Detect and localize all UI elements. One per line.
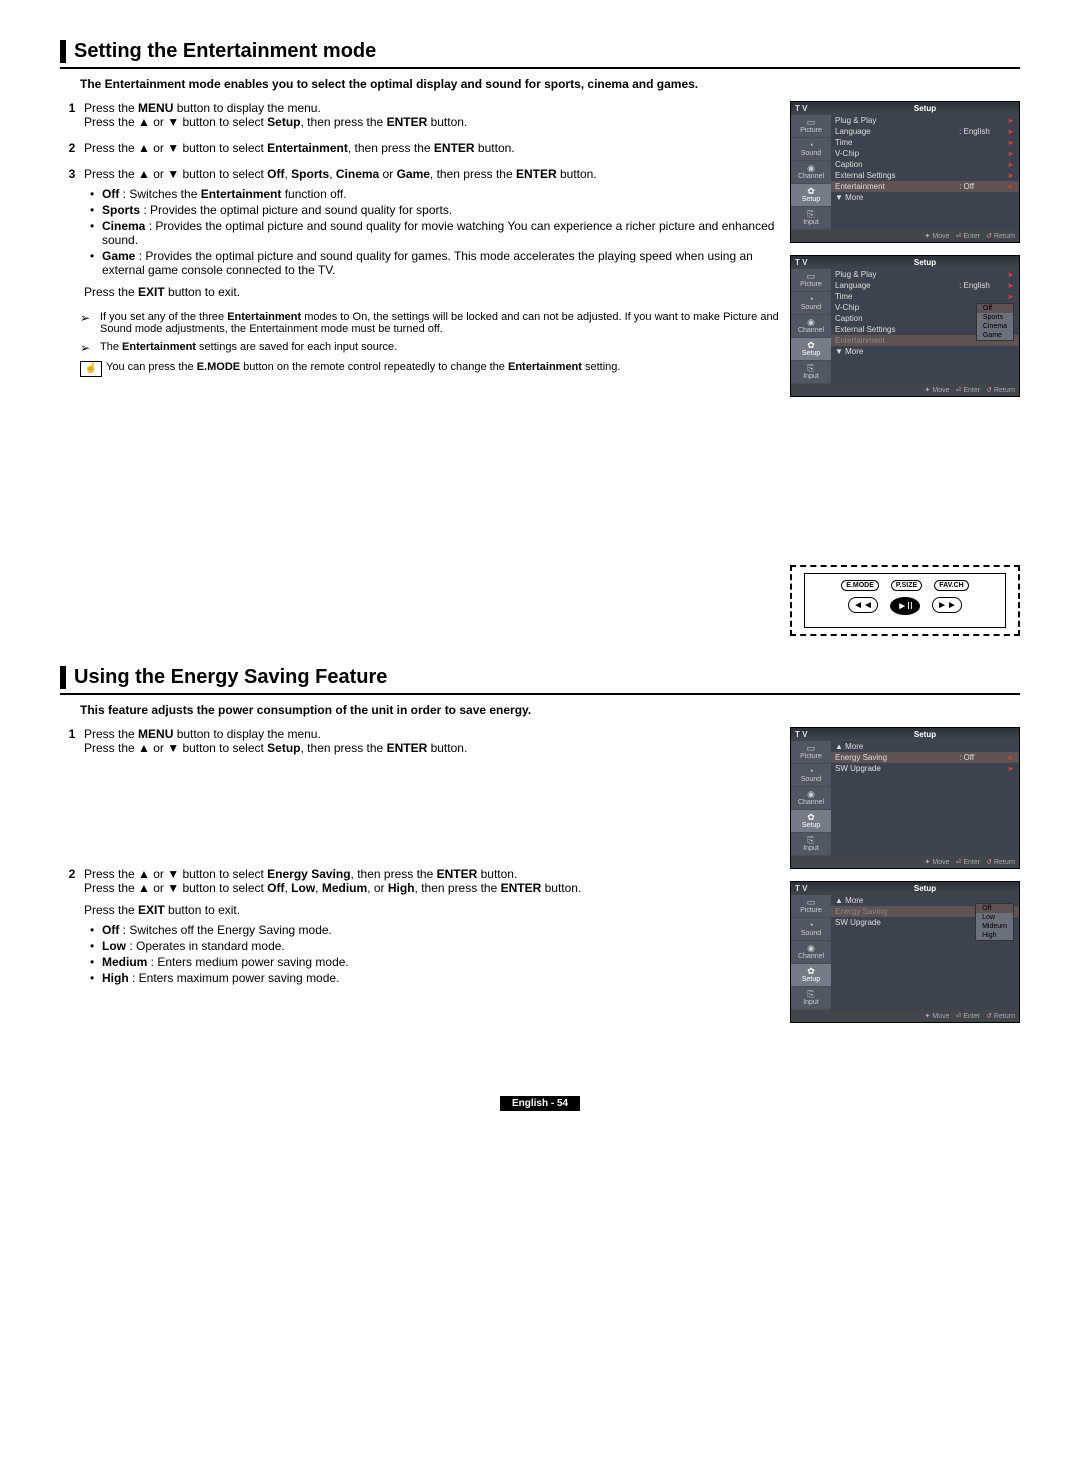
osd-column: T VSetup ▭Picture ◔Sound ◉Channel ✿Setup… [790, 101, 1020, 636]
step-body: Press the MENU button to display the men… [84, 727, 780, 755]
options-list: Off : Switches the Entertainment functio… [84, 187, 780, 277]
step-2: 2 Press the ▲ or ▼ button to select Ener… [60, 867, 780, 991]
options-list: Off : Switches off the Energy Saving mod… [84, 923, 780, 985]
step-3: 3 Press the ▲ or ▼ button to select Off,… [60, 167, 780, 299]
note-arrow-icon: ➢ [80, 341, 100, 355]
section-title: Setting the Entertainment mode [60, 40, 1020, 63]
step-1: 1 Press the MENU button to display the m… [60, 101, 780, 129]
favch-button: FAV.CH [934, 580, 969, 591]
step-body: Press the ▲ or ▼ button to select Off, S… [84, 167, 780, 299]
note-1: ➢ If you set any of the three Entertainm… [80, 311, 780, 335]
step-2: 2 Press the ▲ or ▼ button to select Ente… [60, 141, 780, 155]
entertainment-dropdown: Off Sports Cinema Game [976, 303, 1014, 341]
forward-button: ►► [932, 597, 962, 613]
note-3: ☝ You can press the E.MODE button on the… [80, 361, 780, 377]
psize-button: P.SIZE [891, 580, 922, 591]
note-arrow-icon: ➢ [80, 311, 100, 335]
step-body: Press the MENU button to display the men… [84, 101, 780, 129]
step-number: 3 [60, 167, 84, 299]
emode-button: E.MODE [841, 580, 879, 591]
step-number: 1 [60, 101, 84, 129]
step-1: 1 Press the MENU button to display the m… [60, 727, 780, 755]
step-body: Press the ▲ or ▼ button to select Entert… [84, 141, 780, 155]
section-energy-saving: Using the Energy Saving Feature This fea… [60, 666, 1020, 1035]
step-number: 1 [60, 727, 84, 755]
osd-column: T VSetup ▭Picture ◔Sound ◉Channel ✿Setup… [790, 727, 1020, 1035]
rewind-button: ◄◄ [848, 597, 878, 613]
intro-text: This feature adjusts the power consumpti… [80, 703, 1020, 717]
osd-energy-saving-off: T VSetup ▭Picture ◔Sound ◉Channel ✿Setup… [790, 727, 1020, 869]
divider [60, 67, 1020, 69]
section-entertainment: Setting the Entertainment mode The Enter… [60, 40, 1020, 636]
step-number: 2 [60, 141, 84, 155]
play-pause-button: ►II [890, 597, 920, 615]
divider [60, 693, 1020, 695]
osd-setup-entertainment-off: T VSetup ▭Picture ◔Sound ◉Channel ✿Setup… [790, 101, 1020, 243]
section-title: Using the Energy Saving Feature [60, 666, 1020, 689]
step-body: Press the ▲ or ▼ button to select Energy… [84, 867, 780, 991]
intro-text: The Entertainment mode enables you to se… [80, 77, 1020, 91]
energy-saving-dropdown: Off Low Mideum High [975, 903, 1014, 941]
step-number: 2 [60, 867, 84, 991]
page-footer: English - 54 [60, 1095, 1020, 1111]
steps-column: 1 Press the MENU button to display the m… [60, 727, 790, 1035]
remote-illustration: E.MODE P.SIZE FAV.CH ◄◄ ►II ►► [790, 565, 1020, 636]
steps-column: 1 Press the MENU button to display the m… [60, 101, 790, 636]
note-2: ➢ The Entertainment settings are saved f… [80, 341, 780, 355]
remote-icon: ☝ [80, 361, 102, 377]
